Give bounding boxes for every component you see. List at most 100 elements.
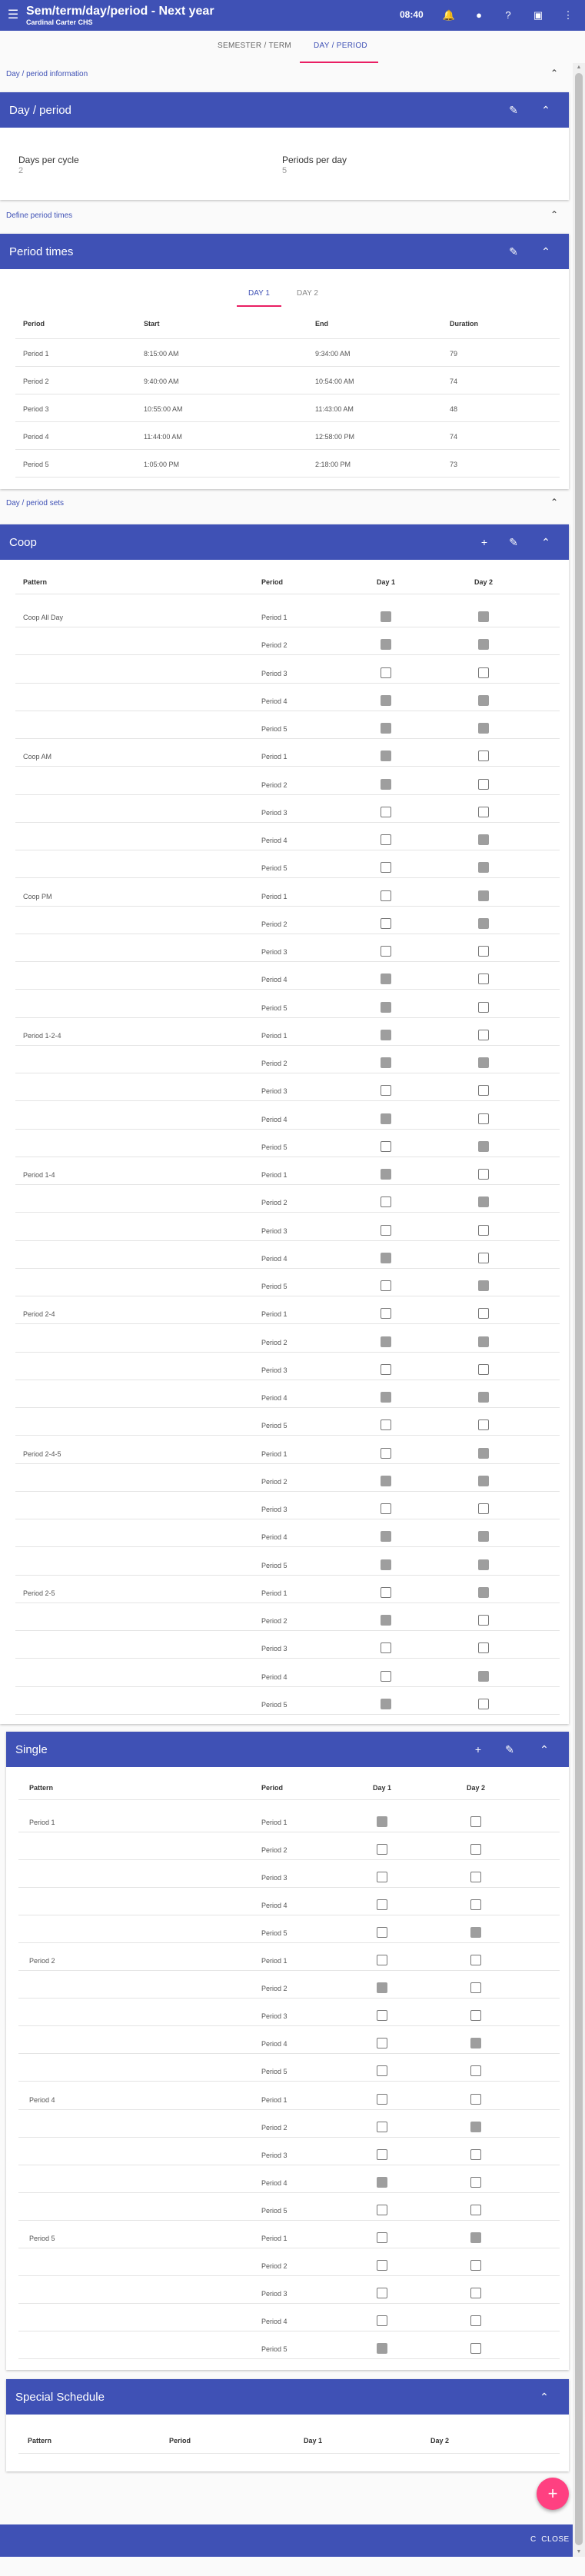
section-title-day-period-information[interactable]: Day / period information [6, 70, 88, 78]
section-title-day-period-sets[interactable]: Day / period sets [6, 499, 64, 508]
day-1-checkbox[interactable] [377, 2176, 387, 2188]
day-2-checkbox[interactable] [470, 2176, 481, 2188]
person-icon[interactable]: ● [471, 8, 487, 23]
help-icon[interactable]: ? [500, 8, 516, 23]
day-1-checkbox[interactable] [381, 1698, 391, 1709]
day-1-checkbox[interactable] [381, 1196, 391, 1208]
day-2-checkbox[interactable] [478, 1252, 489, 1263]
day-1-checkbox[interactable] [381, 1113, 391, 1124]
day-2-checkbox[interactable] [470, 2010, 481, 2022]
day-2-checkbox[interactable] [470, 2065, 481, 2077]
day-2-checkbox[interactable] [478, 1057, 489, 1068]
day-1-checkbox[interactable] [377, 1872, 387, 1883]
day-2-checkbox[interactable] [470, 1816, 481, 1827]
day-2-checkbox[interactable] [478, 1503, 489, 1514]
chevron-up-icon[interactable]: ⌃ [550, 209, 558, 220]
day-2-checkbox[interactable] [478, 723, 489, 734]
section-title-define-period-times[interactable]: Define period times [6, 211, 72, 220]
day-2-checkbox[interactable] [470, 1872, 481, 1883]
screen-icon[interactable]: ▣ [530, 8, 546, 23]
day-1-checkbox[interactable] [381, 973, 391, 985]
day-2-checkbox[interactable] [478, 1642, 489, 1654]
day-2-checkbox[interactable] [478, 667, 489, 678]
day-1-checkbox[interactable] [381, 1615, 391, 1626]
day-2-checkbox[interactable] [478, 1475, 489, 1486]
day-2-checkbox[interactable] [478, 973, 489, 985]
edit-icon[interactable]: ✎ [506, 244, 521, 259]
day-1-checkbox[interactable] [381, 1419, 391, 1431]
day-2-checkbox[interactable] [470, 1844, 481, 1855]
day-1-checkbox[interactable] [377, 2065, 387, 2077]
day-1-checkbox[interactable] [381, 639, 391, 651]
add-icon[interactable]: + [470, 1742, 486, 1757]
day-1-checkbox[interactable] [381, 1475, 391, 1486]
chevron-up-icon[interactable]: ⌃ [538, 534, 553, 550]
day-1-checkbox[interactable] [381, 1447, 391, 1459]
day-1-checkbox[interactable] [381, 862, 391, 874]
day-1-checkbox[interactable] [381, 723, 391, 734]
scrollbar-thumb[interactable] [575, 73, 583, 2545]
day-1-checkbox[interactable] [381, 1308, 391, 1320]
day-2-checkbox[interactable] [470, 2232, 481, 2243]
day-1-checkbox[interactable] [381, 667, 391, 678]
day-2-checkbox[interactable] [470, 2315, 481, 2326]
day-1-checkbox[interactable] [381, 1336, 391, 1347]
chevron-up-icon[interactable]: ⌃ [537, 2389, 552, 2405]
day-1-checkbox[interactable] [381, 946, 391, 957]
chevron-up-icon[interactable]: ⌃ [538, 244, 553, 259]
day-2-checkbox[interactable] [478, 611, 489, 622]
day-1-checkbox[interactable] [381, 1642, 391, 1654]
day-2-checkbox[interactable] [470, 2038, 481, 2049]
add-fab[interactable]: + [537, 2478, 569, 2510]
day-1-checkbox[interactable] [377, 2259, 387, 2271]
day-1-checkbox[interactable] [381, 1392, 391, 1403]
day-2-checkbox[interactable] [478, 1363, 489, 1375]
tab-day-2[interactable]: DAY 2 [297, 289, 318, 298]
day-1-checkbox[interactable] [381, 1140, 391, 1152]
day-1-checkbox[interactable] [377, 2010, 387, 2022]
day-2-checkbox[interactable] [478, 1085, 489, 1097]
edit-icon[interactable]: ✎ [502, 1742, 517, 1757]
day-2-checkbox[interactable] [478, 1336, 489, 1347]
day-1-checkbox[interactable] [381, 890, 391, 901]
day-1-checkbox[interactable] [377, 2093, 387, 2105]
chevron-up-icon[interactable]: ⌃ [550, 497, 558, 508]
tab-semester-term[interactable]: SEMESTER / TERM [218, 42, 291, 50]
day-2-checkbox[interactable] [478, 694, 489, 706]
day-2-checkbox[interactable] [470, 1899, 481, 1911]
day-2-checkbox[interactable] [478, 1615, 489, 1626]
day-1-checkbox[interactable] [377, 2232, 387, 2243]
day-1-checkbox[interactable] [377, 1982, 387, 1994]
day-2-checkbox[interactable] [478, 1308, 489, 1320]
day-1-checkbox[interactable] [381, 1001, 391, 1013]
chevron-up-icon[interactable]: ⌃ [538, 102, 553, 118]
day-2-checkbox[interactable] [478, 806, 489, 817]
day-2-checkbox[interactable] [470, 2148, 481, 2160]
day-2-checkbox[interactable] [478, 1001, 489, 1013]
day-1-checkbox[interactable] [381, 1085, 391, 1097]
day-1-checkbox[interactable] [381, 1224, 391, 1236]
day-1-checkbox[interactable] [377, 1899, 387, 1911]
day-2-checkbox[interactable] [470, 2121, 481, 2132]
tab-day-period[interactable]: DAY / PERIOD [314, 42, 367, 50]
day-2-checkbox[interactable] [478, 917, 489, 929]
day-2-checkbox[interactable] [470, 2342, 481, 2354]
day-1-checkbox[interactable] [381, 751, 391, 762]
day-2-checkbox[interactable] [478, 778, 489, 790]
day-1-checkbox[interactable] [377, 2121, 387, 2132]
edit-icon[interactable]: ✎ [506, 534, 521, 550]
day-1-checkbox[interactable] [377, 1927, 387, 1939]
day-1-checkbox[interactable] [381, 1252, 391, 1263]
tab-day-1[interactable]: DAY 1 [248, 289, 270, 298]
day-1-checkbox[interactable] [381, 1363, 391, 1375]
day-1-checkbox[interactable] [381, 1029, 391, 1040]
day-2-checkbox[interactable] [478, 1392, 489, 1403]
scroll-down-icon[interactable]: ▼ [573, 2548, 585, 2557]
day-1-checkbox[interactable] [381, 834, 391, 845]
day-2-checkbox[interactable] [478, 1698, 489, 1709]
day-2-checkbox[interactable] [478, 1196, 489, 1208]
day-1-checkbox[interactable] [377, 2287, 387, 2298]
day-2-checkbox[interactable] [470, 1955, 481, 1966]
chevron-up-icon[interactable]: ⌃ [550, 68, 558, 78]
day-1-checkbox[interactable] [377, 1844, 387, 1855]
